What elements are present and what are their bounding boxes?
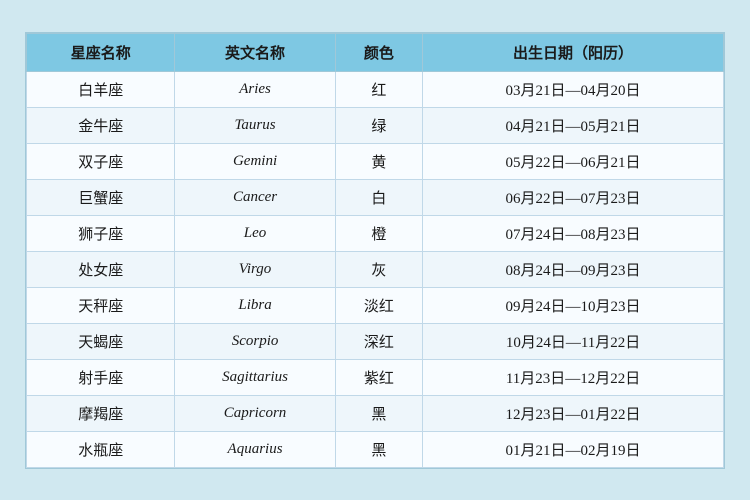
table-row: 狮子座Leo橙07月24日—08月23日 xyxy=(27,215,724,251)
cell-color: 淡红 xyxy=(335,287,422,323)
cell-chinese-name: 白羊座 xyxy=(27,71,175,107)
table-row: 巨蟹座Cancer白06月22日—07月23日 xyxy=(27,179,724,215)
table-header-row: 星座名称 英文名称 颜色 出生日期（阳历） xyxy=(27,33,724,71)
cell-dates: 11月23日—12月22日 xyxy=(423,359,724,395)
cell-english-name: Capricorn xyxy=(175,395,335,431)
cell-english-name: Aries xyxy=(175,71,335,107)
cell-dates: 01月21日—02月19日 xyxy=(423,431,724,467)
cell-chinese-name: 射手座 xyxy=(27,359,175,395)
cell-color: 白 xyxy=(335,179,422,215)
table-row: 摩羯座Capricorn黑12月23日—01月22日 xyxy=(27,395,724,431)
cell-dates: 07月24日—08月23日 xyxy=(423,215,724,251)
cell-english-name: Leo xyxy=(175,215,335,251)
cell-dates: 05月22日—06月21日 xyxy=(423,143,724,179)
cell-dates: 03月21日—04月20日 xyxy=(423,71,724,107)
cell-chinese-name: 天秤座 xyxy=(27,287,175,323)
cell-chinese-name: 巨蟹座 xyxy=(27,179,175,215)
cell-color: 绿 xyxy=(335,107,422,143)
cell-english-name: Gemini xyxy=(175,143,335,179)
table-row: 金牛座Taurus绿04月21日—05月21日 xyxy=(27,107,724,143)
cell-color: 灰 xyxy=(335,251,422,287)
cell-color: 黄 xyxy=(335,143,422,179)
table-row: 射手座Sagittarius紫红11月23日—12月22日 xyxy=(27,359,724,395)
cell-english-name: Cancer xyxy=(175,179,335,215)
cell-chinese-name: 水瓶座 xyxy=(27,431,175,467)
table-row: 处女座Virgo灰08月24日—09月23日 xyxy=(27,251,724,287)
cell-english-name: Virgo xyxy=(175,251,335,287)
header-chinese-name: 星座名称 xyxy=(27,33,175,71)
cell-color: 紫红 xyxy=(335,359,422,395)
cell-chinese-name: 双子座 xyxy=(27,143,175,179)
cell-english-name: Taurus xyxy=(175,107,335,143)
cell-color: 深红 xyxy=(335,323,422,359)
table-row: 白羊座Aries红03月21日—04月20日 xyxy=(27,71,724,107)
cell-dates: 12月23日—01月22日 xyxy=(423,395,724,431)
header-color: 颜色 xyxy=(335,33,422,71)
cell-chinese-name: 处女座 xyxy=(27,251,175,287)
table-row: 水瓶座Aquarius黑01月21日—02月19日 xyxy=(27,431,724,467)
cell-dates: 04月21日—05月21日 xyxy=(423,107,724,143)
header-english-name: 英文名称 xyxy=(175,33,335,71)
cell-color: 红 xyxy=(335,71,422,107)
table-row: 天秤座Libra淡红09月24日—10月23日 xyxy=(27,287,724,323)
table-row: 双子座Gemini黄05月22日—06月21日 xyxy=(27,143,724,179)
zodiac-table: 星座名称 英文名称 颜色 出生日期（阳历） 白羊座Aries红03月21日—04… xyxy=(26,33,724,468)
cell-english-name: Sagittarius xyxy=(175,359,335,395)
cell-color: 橙 xyxy=(335,215,422,251)
header-dates: 出生日期（阳历） xyxy=(423,33,724,71)
cell-color: 黑 xyxy=(335,431,422,467)
cell-chinese-name: 金牛座 xyxy=(27,107,175,143)
cell-dates: 08月24日—09月23日 xyxy=(423,251,724,287)
table-body: 白羊座Aries红03月21日—04月20日金牛座Taurus绿04月21日—0… xyxy=(27,71,724,467)
cell-dates: 06月22日—07月23日 xyxy=(423,179,724,215)
cell-chinese-name: 狮子座 xyxy=(27,215,175,251)
cell-english-name: Libra xyxy=(175,287,335,323)
zodiac-table-container: 星座名称 英文名称 颜色 出生日期（阳历） 白羊座Aries红03月21日—04… xyxy=(25,32,725,469)
cell-chinese-name: 摩羯座 xyxy=(27,395,175,431)
cell-chinese-name: 天蝎座 xyxy=(27,323,175,359)
cell-dates: 10月24日—11月22日 xyxy=(423,323,724,359)
cell-dates: 09月24日—10月23日 xyxy=(423,287,724,323)
cell-english-name: Scorpio xyxy=(175,323,335,359)
cell-english-name: Aquarius xyxy=(175,431,335,467)
table-row: 天蝎座Scorpio深红10月24日—11月22日 xyxy=(27,323,724,359)
cell-color: 黑 xyxy=(335,395,422,431)
